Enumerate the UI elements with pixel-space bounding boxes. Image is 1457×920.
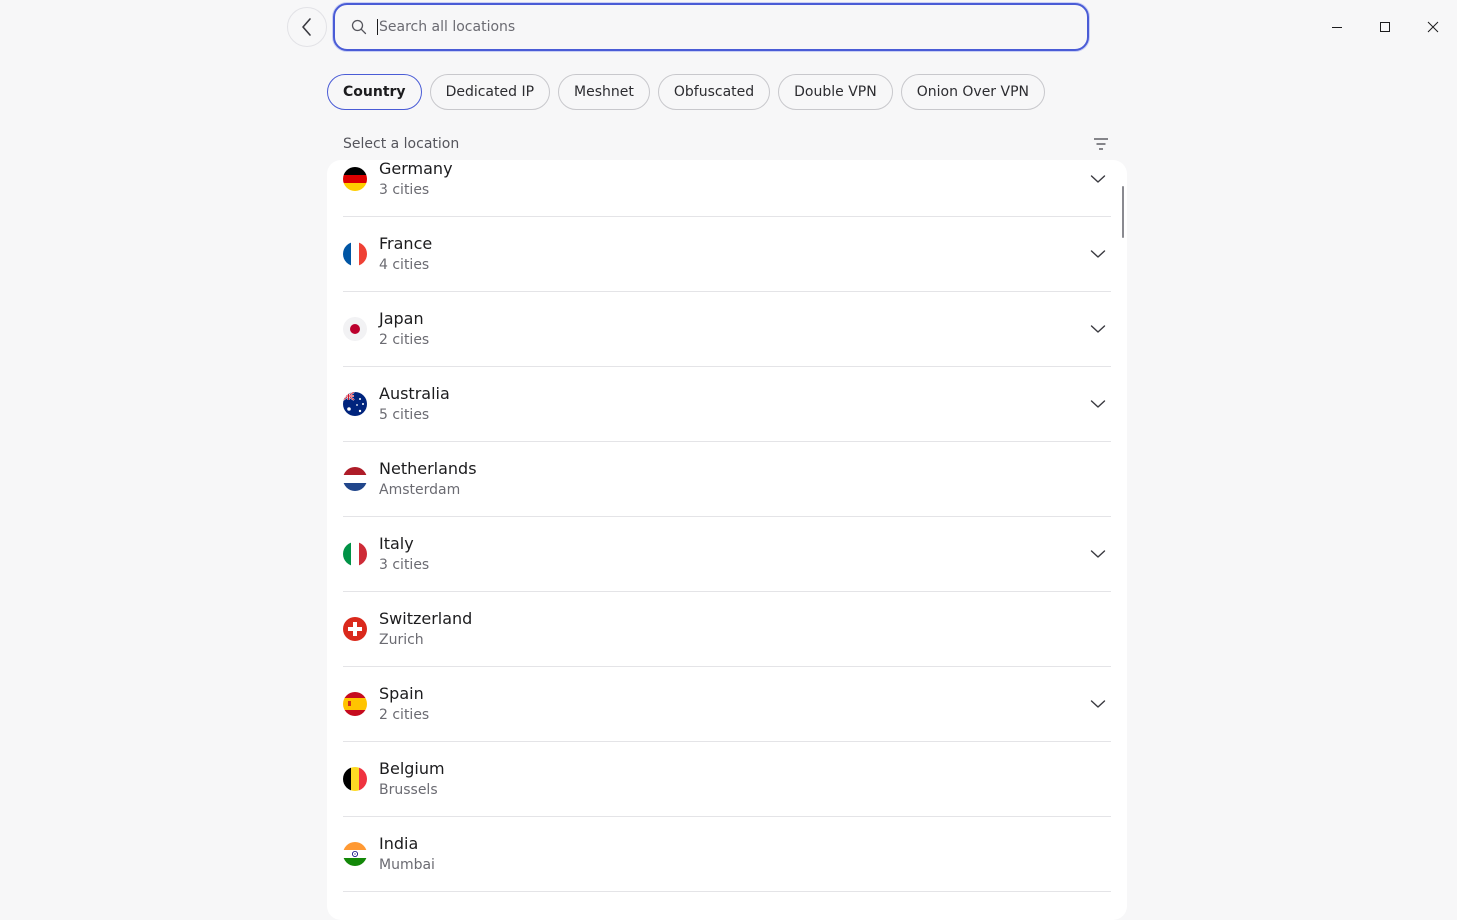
expand-button[interactable]	[1089, 695, 1107, 713]
country-name: Switzerland	[379, 608, 473, 628]
list-item[interactable]: Netherlands Amsterdam	[343, 442, 1111, 517]
india-flag-icon	[343, 842, 367, 866]
country-sub: 2 cities	[379, 706, 430, 723]
expand-button[interactable]	[1089, 245, 1107, 263]
chevron-down-icon	[1090, 250, 1106, 258]
chip-onion-over-vpn[interactable]: Onion Over VPN	[900, 74, 1046, 110]
germany-flag-icon	[343, 167, 367, 191]
sort-button[interactable]	[1091, 134, 1111, 154]
chip-double-vpn[interactable]: Double VPN	[778, 74, 893, 110]
chevron-left-icon	[302, 18, 311, 36]
list-item[interactable]: Germany 3 cities	[343, 160, 1111, 217]
italy-flag-icon	[343, 542, 367, 566]
netherlands-flag-icon	[343, 467, 367, 491]
france-flag-icon	[343, 242, 367, 266]
search-icon	[351, 19, 367, 35]
minimize-icon	[1332, 27, 1342, 28]
spain-flag-icon	[343, 692, 367, 716]
chevron-down-icon	[1090, 175, 1106, 183]
list-item[interactable]: India Mumbai	[343, 817, 1111, 892]
country-sub: 4 cities	[379, 256, 430, 273]
switzerland-flag-icon	[343, 617, 367, 641]
scrollbar-thumb[interactable]	[1122, 186, 1124, 238]
country-name: Belgium	[379, 758, 445, 778]
expand-button[interactable]	[1089, 395, 1107, 413]
chevron-down-icon	[1090, 550, 1106, 558]
back-button[interactable]	[287, 7, 327, 47]
expand-button[interactable]	[1089, 170, 1107, 188]
close-icon	[1427, 21, 1439, 33]
country-name: Australia	[379, 383, 450, 403]
country-sub: Zurich	[379, 631, 424, 648]
country-sub: 3 cities	[379, 556, 430, 573]
country-name: Japan	[379, 308, 424, 328]
location-list-panel: Germany 3 cities France 4 cities Japan 2…	[327, 160, 1127, 920]
chip-dedicated-ip[interactable]: Dedicated IP	[429, 74, 551, 110]
list-item[interactable]: Australia 5 cities	[343, 367, 1111, 442]
search-box[interactable]	[333, 3, 1089, 51]
sort-icon	[1094, 138, 1108, 150]
country-name: Germany	[379, 160, 453, 178]
country-name: Netherlands	[379, 458, 477, 478]
expand-button[interactable]	[1089, 545, 1107, 563]
list-item[interactable]: Belgium Brussels	[343, 742, 1111, 817]
list-item[interactable]: Switzerland Zurich	[343, 592, 1111, 667]
search-input[interactable]	[377, 19, 1057, 35]
list-header-label: Select a location	[343, 136, 460, 152]
chip-obfuscated[interactable]: Obfuscated	[657, 74, 771, 110]
country-name: India	[379, 833, 419, 853]
list-item[interactable]: Japan 2 cities	[343, 292, 1111, 367]
country-sub: 5 cities	[379, 406, 430, 423]
chevron-down-icon	[1090, 325, 1106, 333]
country-sub: Mumbai	[379, 856, 435, 873]
belgium-flag-icon	[343, 767, 367, 791]
country-sub: Amsterdam	[379, 481, 461, 498]
country-name: France	[379, 233, 433, 253]
window-controls	[1313, 0, 1457, 54]
country-sub: Brussels	[379, 781, 438, 798]
country-sub: 2 cities	[379, 331, 430, 348]
list-header: Select a location	[343, 134, 1111, 154]
list-item[interactable]: Spain 2 cities	[343, 667, 1111, 742]
country-name: Italy	[379, 533, 414, 553]
chip-meshnet[interactable]: Meshnet	[558, 74, 650, 110]
chip-country[interactable]: Country	[327, 74, 422, 110]
maximize-button[interactable]	[1361, 0, 1409, 54]
australia-flag-icon	[343, 392, 367, 416]
filter-chips: Country Dedicated IP Meshnet Obfuscated …	[327, 74, 1046, 110]
chevron-down-icon	[1090, 400, 1106, 408]
list-item[interactable]: Italy 3 cities	[343, 517, 1111, 592]
expand-button[interactable]	[1089, 320, 1107, 338]
japan-flag-icon	[343, 317, 367, 341]
maximize-icon	[1380, 22, 1390, 32]
close-button[interactable]	[1409, 0, 1457, 54]
country-name: Spain	[379, 683, 424, 703]
chevron-down-icon	[1090, 700, 1106, 708]
country-sub: 3 cities	[379, 181, 430, 198]
list-item[interactable]: France 4 cities	[343, 217, 1111, 292]
location-list: Germany 3 cities France 4 cities Japan 2…	[343, 160, 1111, 892]
minimize-button[interactable]	[1313, 0, 1361, 54]
